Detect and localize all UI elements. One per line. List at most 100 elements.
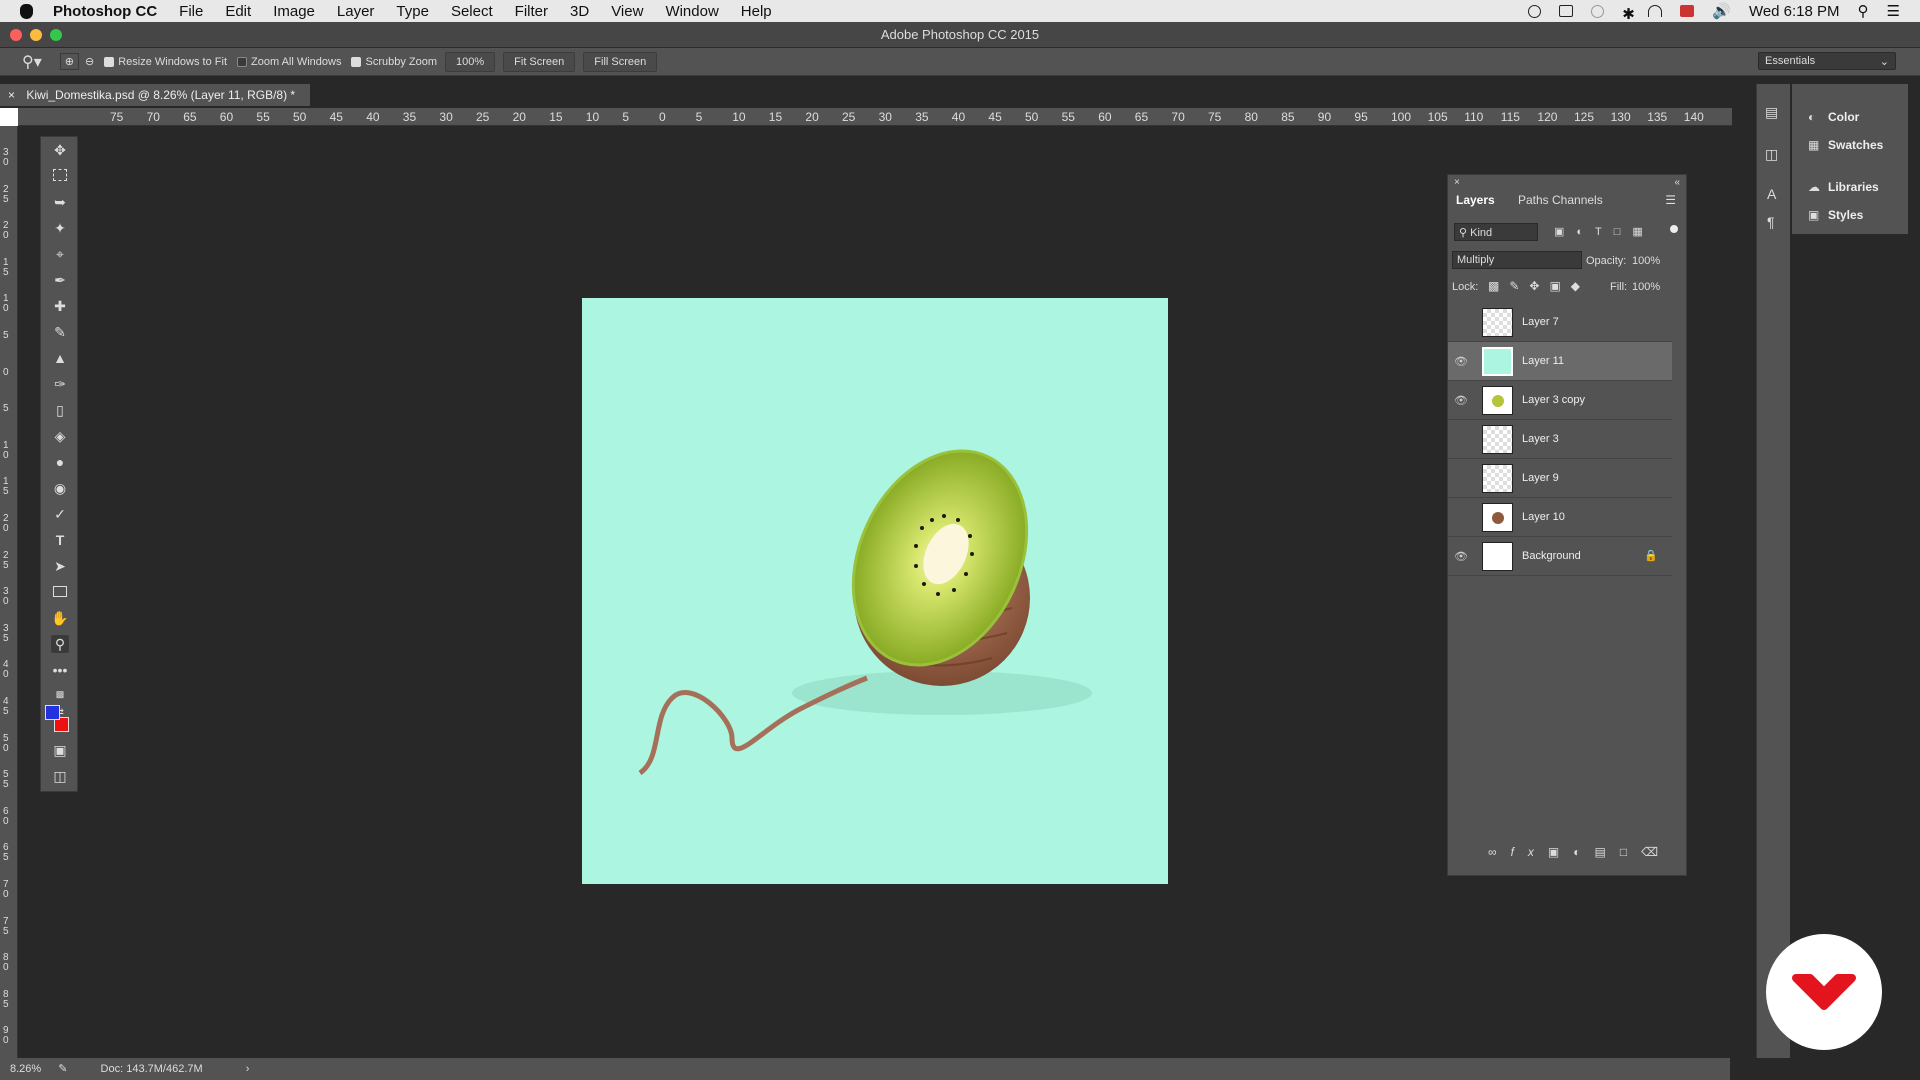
zoom-level[interactable]: 8.26% (10, 1063, 41, 1075)
quick-mask-icon[interactable]: ▣ (51, 741, 69, 759)
zoom-out-icon[interactable]: ⊖ (85, 55, 94, 68)
eyedropper-tool-icon[interactable]: ✒ (51, 271, 69, 289)
styles-panel-button[interactable]: Styles (1828, 208, 1863, 222)
brush-tool-icon[interactable]: ✎ (51, 323, 69, 341)
flag-icon[interactable] (1680, 5, 1695, 17)
libraries-icon[interactable]: ☁ (1808, 180, 1820, 194)
document-tab[interactable]: × Kiwi_Domestika.psd @ 8.26% (Layer 11, … (0, 84, 310, 106)
lock-icons[interactable]: ▩✎✥▣◆ (1488, 279, 1590, 293)
swatches-panel-button[interactable]: Swatches (1828, 138, 1883, 152)
eye-icon[interactable]: 👁 (1454, 550, 1468, 563)
wifi-icon[interactable] (1648, 5, 1663, 17)
mask-icon[interactable]: ▣ (1548, 845, 1573, 859)
volume-icon[interactable]: 🔊 (1712, 2, 1731, 20)
zoom-all-checkbox[interactable] (237, 56, 247, 67)
vertical-ruler[interactable]: 3 0 2 5 2 0 1 5 1 0 5 0 5 1 0 1 5 2 0 2 5 3 0 3 5 4 0 4… (0, 108, 18, 1058)
character-icon[interactable]: A (1767, 186, 1776, 202)
menu-filter[interactable]: Filter (515, 3, 548, 20)
layer-row[interactable]: Layer 9 (1448, 459, 1672, 498)
chevron-right-icon[interactable]: › (246, 1063, 250, 1075)
visibility-toggle[interactable] (1454, 433, 1468, 445)
close-panel-icon[interactable]: × (1454, 177, 1460, 188)
apple-icon[interactable] (20, 3, 33, 19)
new-layer-icon[interactable]: □ (1620, 845, 1641, 859)
fit-screen-button[interactable]: Fit Screen (503, 51, 576, 72)
move-tool-icon[interactable]: ✥ (51, 141, 69, 159)
filter-toggle-icon[interactable] (1670, 225, 1678, 233)
adjustments-icon[interactable]: ◫ (1765, 146, 1778, 163)
ruler-origin[interactable] (0, 108, 18, 126)
layer-name[interactable]: Background (1522, 550, 1581, 562)
healing-brush-tool-icon[interactable]: ✚ (51, 297, 69, 315)
zoom-tool-icon[interactable]: ⚲ (51, 635, 69, 653)
fill-value[interactable]: 100% (1632, 281, 1660, 293)
layer-row[interactable]: Layer 3 (1448, 420, 1672, 459)
clone-stamp-tool-icon[interactable]: ▲ (51, 349, 69, 367)
libraries-panel-button[interactable]: Libraries (1828, 180, 1879, 194)
pen-tool-icon[interactable]: ✓ (51, 505, 69, 523)
quick-selection-tool-icon[interactable]: ✦ (51, 219, 69, 237)
history-brush-tool-icon[interactable]: ✑ (51, 375, 69, 393)
menu-image[interactable]: Image (273, 3, 315, 20)
layer-name[interactable]: Layer 11 (1522, 355, 1564, 367)
color-panel-button[interactable]: Color (1828, 110, 1859, 124)
menu-window[interactable]: Window (665, 3, 718, 20)
layer-row[interactable]: 👁 Background 🔒 (1448, 537, 1672, 576)
more-tools-icon[interactable]: ••• (51, 661, 69, 679)
foreground-color-swatch[interactable] (45, 705, 60, 720)
resize-windows-checkbox[interactable] (104, 56, 115, 67)
opacity-value[interactable]: 100% (1632, 255, 1660, 267)
layer-name[interactable]: Layer 7 (1522, 316, 1559, 328)
horizontal-ruler[interactable]: 75 70 65 60 55 50 45 40 35 30 25 20 15 10 5 0 5 10 15 20 25 3… (18, 108, 1732, 126)
layer-row[interactable]: Layer 7 (1448, 303, 1672, 342)
scrubby-zoom-checkbox[interactable] (351, 56, 362, 67)
eraser-tool-icon[interactable]: ▯ (51, 401, 69, 419)
menu-app-name[interactable]: Photoshop CC (53, 3, 157, 20)
tab-channels[interactable]: Channels (1552, 193, 1603, 207)
rectangle-tool-icon[interactable] (51, 583, 69, 601)
menu-view[interactable]: View (611, 3, 643, 20)
adjustment-icon[interactable]: ◐ (1573, 845, 1594, 859)
default-colors-icon[interactable]: ▩ ⇄ (51, 685, 69, 717)
visibility-toggle[interactable] (1454, 511, 1468, 523)
menu-edit[interactable]: Edit (225, 3, 251, 20)
paragraph-icon[interactable]: ¶ (1767, 214, 1775, 230)
collapse-panel-icon[interactable]: « (1674, 177, 1680, 188)
layer-name[interactable]: Layer 3 copy (1522, 394, 1585, 406)
zoom-100-button[interactable]: 100% (445, 51, 496, 72)
lasso-tool-icon[interactable]: ➥ (51, 193, 69, 211)
tab-layers[interactable]: Layers (1456, 193, 1495, 207)
dodge-tool-icon[interactable]: ◉ (51, 479, 69, 497)
filter-icons[interactable]: ▣◐T□▦ (1554, 225, 1655, 238)
blend-mode-select[interactable]: Multiply (1452, 251, 1582, 269)
doc-size[interactable]: Doc: 143.7M/462.7M (101, 1063, 203, 1075)
fill-screen-button[interactable]: Fill Screen (583, 51, 658, 72)
time-machine-icon[interactable] (1591, 4, 1605, 18)
screen-mode-icon[interactable]: ◫ (51, 767, 69, 785)
layer-row[interactable]: Layer 10 (1448, 498, 1672, 537)
eye-icon[interactable]: 👁 (1454, 355, 1468, 368)
crop-tool-icon[interactable]: ⌖ (51, 245, 69, 263)
link-icon[interactable]: ∞ (1488, 845, 1511, 859)
fx-icon[interactable]: fx (1511, 845, 1548, 859)
path-selection-tool-icon[interactable]: ➤ (51, 557, 69, 575)
visibility-toggle[interactable] (1454, 472, 1468, 484)
layer-name[interactable]: Layer 3 (1522, 433, 1559, 445)
zoom-in-icon[interactable]: ⊕ (59, 53, 79, 70)
airplay-icon[interactable] (1559, 5, 1574, 17)
styles-icon[interactable]: ▣ (1808, 208, 1819, 222)
marquee-tool-icon[interactable] (51, 167, 69, 185)
layer-name[interactable]: Layer 9 (1522, 472, 1559, 484)
clock-text[interactable]: Wed 6:18 PM (1749, 3, 1840, 20)
document-canvas[interactable] (582, 298, 1168, 884)
type-tool-icon[interactable]: T (51, 531, 69, 549)
record-icon[interactable] (1528, 4, 1542, 18)
swatches-icon[interactable]: ▦ (1808, 138, 1819, 152)
layer-name[interactable]: Layer 10 (1522, 511, 1565, 523)
menu-select[interactable]: Select (451, 3, 493, 20)
panel-menu-icon[interactable]: ☰ (1665, 193, 1676, 207)
hand-tool-icon[interactable]: ✋ (51, 609, 69, 627)
tab-paths[interactable]: Paths (1518, 193, 1549, 207)
eye-icon[interactable]: 👁 (1454, 394, 1468, 407)
layer-row[interactable]: 👁 Layer 11 (1448, 342, 1672, 381)
